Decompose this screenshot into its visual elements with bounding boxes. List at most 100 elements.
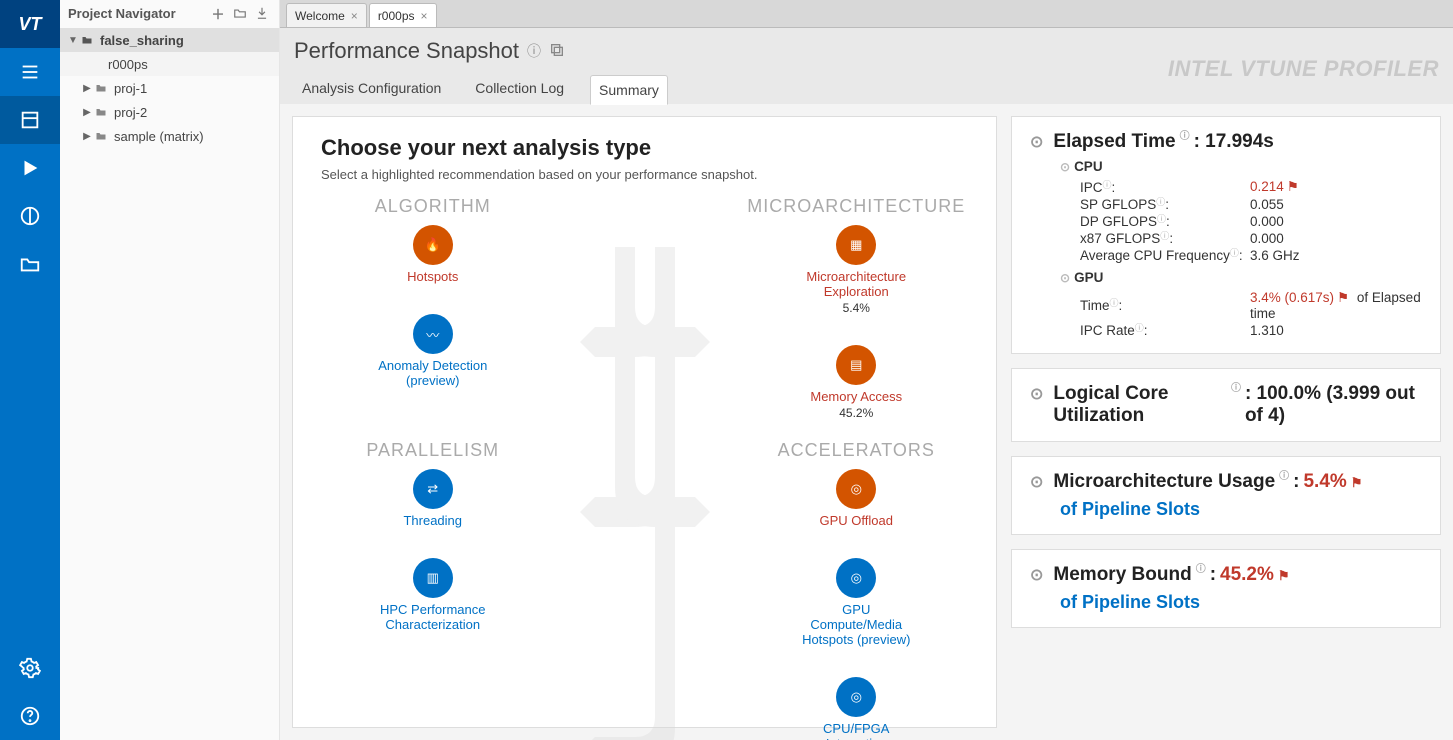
analysis-microarchitecture-exploration[interactable]: ▦Microarchitecture Exploration5.4% bbox=[801, 225, 911, 315]
analysis-gpu-offload[interactable]: ◎GPU Offload bbox=[801, 469, 911, 528]
analysis-icon: ▥ bbox=[413, 558, 453, 598]
analysis-hpc-performance-characterization[interactable]: ▥ HPC Performance Characterization bbox=[378, 558, 488, 632]
rail-compare-icon[interactable] bbox=[0, 192, 60, 240]
section-header-gpu[interactable]: ⊙GPU bbox=[1060, 270, 1422, 285]
chevron-icon[interactable]: ⊙ bbox=[1030, 132, 1043, 152]
analysis-groups: ALGORITHM🔥Hotspots〰Anomaly Detection (pr… bbox=[321, 196, 968, 740]
tab-label: r000ps bbox=[378, 9, 415, 23]
metric-key: DP GFLOPSⓘ: bbox=[1080, 214, 1250, 229]
info-icon[interactable]: ⓘ bbox=[1196, 560, 1206, 575]
rail-open-icon[interactable] bbox=[0, 240, 60, 288]
subtab-label: Collection Log bbox=[475, 80, 564, 96]
nav-folder-icon[interactable] bbox=[231, 4, 249, 22]
rail-project-icon[interactable] bbox=[0, 96, 60, 144]
gpu-section: ⊙GPU Timeⓘ:3.4% (0.617s)⚑ of Elapsed tim… bbox=[1060, 270, 1422, 339]
tree-item-sample-matrix[interactable]: ▶ sample (matrix) bbox=[60, 124, 279, 148]
metric-key: SP GFLOPSⓘ: bbox=[1080, 197, 1250, 212]
rail-menu-icon[interactable] bbox=[0, 48, 60, 96]
analysis-threading[interactable]: ⇄Threading bbox=[378, 469, 488, 528]
metric-key: Timeⓘ: bbox=[1080, 298, 1250, 313]
metric-row: IPCⓘ:0.214⚑ bbox=[1060, 178, 1422, 196]
cpu-section: ⊙CPU IPCⓘ:0.214⚑SP GFLOPSⓘ:0.055DP GFLOP… bbox=[1060, 159, 1422, 264]
metric-row: IPC Rateⓘ:1.310 bbox=[1060, 322, 1422, 339]
info-icon[interactable]: ⓘ bbox=[1180, 127, 1190, 142]
analysis-icon: ◎ bbox=[836, 469, 876, 509]
chevron-icon[interactable]: ⊙ bbox=[1030, 565, 1043, 585]
analysis-icon: 🔥 bbox=[413, 225, 453, 265]
card-value: : bbox=[1210, 564, 1216, 586]
tree-label: sample (matrix) bbox=[114, 129, 204, 144]
analysis-label: Memory Access bbox=[801, 389, 911, 404]
analysis-icon: ▤ bbox=[836, 345, 876, 385]
subtab-label: Analysis Configuration bbox=[302, 80, 441, 96]
analysis-chooser-panel: Choose your next analysis type Select a … bbox=[292, 116, 997, 728]
card-hot-value: 5.4% bbox=[1303, 471, 1346, 493]
chevron-icon: ⊙ bbox=[1060, 271, 1070, 285]
analysis-gpu-compute-media-hotspots-preview-[interactable]: ◎GPU Compute/Media Hotspots (preview) bbox=[801, 558, 911, 647]
card-prefix: Logical Core Utilization bbox=[1053, 383, 1227, 427]
rail-settings-icon[interactable] bbox=[0, 644, 60, 692]
tree-item-r000ps[interactable]: r000ps bbox=[60, 52, 279, 76]
copy-icon[interactable] bbox=[549, 42, 565, 61]
tree-item-proj-2[interactable]: ▶ proj-2 bbox=[60, 100, 279, 124]
metric-key: x87 GFLOPSⓘ: bbox=[1080, 231, 1250, 246]
subtab-analysis-config[interactable]: Analysis Configuration bbox=[294, 74, 449, 104]
flag-icon: ⚑ bbox=[1351, 475, 1363, 491]
flag-icon: ⚑ bbox=[1278, 568, 1290, 584]
analysis-icon: ◎ bbox=[836, 558, 876, 598]
subtab-summary[interactable]: Summary bbox=[590, 75, 668, 105]
navigator-tree: ▼ false_sharing r000ps ▶ proj-1 ▶ proj-2… bbox=[60, 26, 279, 150]
content-area: Choose your next analysis type Select a … bbox=[280, 104, 1453, 740]
left-rail: VT bbox=[0, 0, 60, 740]
chevron-icon[interactable]: ⊙ bbox=[1030, 384, 1043, 404]
nav-import-icon[interactable] bbox=[253, 4, 271, 22]
info-icon[interactable]: ⓘ bbox=[1279, 467, 1289, 482]
tree-expand-icon[interactable]: ▶ bbox=[80, 83, 94, 94]
info-icon[interactable]: ⓘ bbox=[1231, 379, 1241, 394]
subtab-collection-log[interactable]: Collection Log bbox=[467, 74, 572, 104]
card-prefix: Microarchitecture Usage bbox=[1053, 471, 1275, 493]
help-icon[interactable]: ⓘ bbox=[527, 41, 541, 61]
close-icon[interactable]: × bbox=[351, 9, 358, 23]
summary-panel: ⊙ Elapsed Timeⓘ : 17.994s ⊙CPU IPCⓘ:0.21… bbox=[1011, 116, 1441, 728]
chooser-subtitle: Select a highlighted recommendation base… bbox=[321, 167, 968, 182]
chevron-icon[interactable]: ⊙ bbox=[1030, 472, 1043, 492]
card-title-prefix: Elapsed Time bbox=[1053, 131, 1175, 153]
close-icon[interactable]: × bbox=[421, 9, 428, 23]
brand-watermark: INTEL VTUNE PROFILER bbox=[1168, 56, 1439, 82]
analysis-label: Microarchitecture Exploration bbox=[801, 269, 911, 299]
analysis-cpu-fpga-interaction[interactable]: ◎CPU/FPGA Interaction bbox=[801, 677, 911, 740]
analysis-hotspots[interactable]: 🔥Hotspots bbox=[378, 225, 488, 284]
section-label: CPU bbox=[1074, 159, 1103, 174]
card-title: ⊙ Elapsed Timeⓘ : 17.994s bbox=[1030, 131, 1422, 153]
analysis-icon: 〰 bbox=[413, 314, 453, 354]
card-hot-value: 45.2% bbox=[1220, 564, 1274, 586]
tree-expand-icon[interactable]: ▼ bbox=[66, 35, 80, 46]
metric-value: 3.6 GHz bbox=[1250, 248, 1300, 263]
chooser-heading: Choose your next analysis type bbox=[321, 135, 968, 161]
nav-add-icon[interactable]: ＋ bbox=[209, 4, 227, 22]
page-header: Performance Snapshot ⓘ INTEL VTUNE PROFI… bbox=[280, 28, 1453, 104]
elapsed-metrics: ⊙CPU IPCⓘ:0.214⚑SP GFLOPSⓘ:0.055DP GFLOP… bbox=[1060, 159, 1422, 339]
tab-welcome[interactable]: Welcome× bbox=[286, 3, 367, 27]
rail-help-icon[interactable] bbox=[0, 692, 60, 740]
tab-r000ps[interactable]: r000ps × bbox=[369, 3, 437, 27]
metric-tail: of Elapsed time bbox=[1250, 290, 1421, 321]
analysis-anomaly-detection-preview-[interactable]: 〰Anomaly Detection (preview) bbox=[378, 314, 488, 388]
tree-item-proj-1[interactable]: ▶ proj-1 bbox=[60, 76, 279, 100]
analysis-metric: 5.4% bbox=[801, 301, 911, 315]
tree-expand-icon[interactable]: ▶ bbox=[80, 107, 94, 118]
card-link[interactable]: of Pipeline Slots bbox=[1060, 499, 1200, 519]
app-logo: VT bbox=[0, 0, 60, 48]
analysis-memory-access[interactable]: ▤Memory Access45.2% bbox=[801, 345, 911, 420]
metric-value: 0.000 bbox=[1250, 214, 1284, 229]
card-title: ⊙Microarchitecture Usageⓘ: 5.4% ⚑ bbox=[1030, 471, 1422, 493]
section-header-cpu[interactable]: ⊙CPU bbox=[1060, 159, 1422, 174]
analysis-label: HPC Performance Characterization bbox=[378, 602, 488, 632]
rail-play-icon[interactable] bbox=[0, 144, 60, 192]
tree-expand-icon[interactable]: ▶ bbox=[80, 131, 94, 142]
tree-item-false-sharing[interactable]: ▼ false_sharing bbox=[60, 28, 279, 52]
card-title-value: : 17.994s bbox=[1194, 131, 1274, 153]
tree-label: proj-1 bbox=[114, 81, 147, 96]
card-link[interactable]: of Pipeline Slots bbox=[1060, 592, 1200, 612]
